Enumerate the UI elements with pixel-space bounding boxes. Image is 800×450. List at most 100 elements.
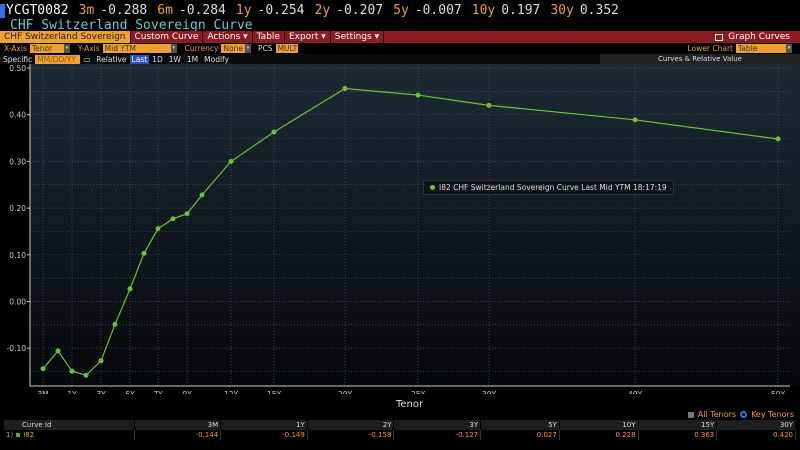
all-tenors-radio[interactable]	[687, 411, 694, 418]
quote-value: -0.207	[336, 3, 384, 18]
data-point-5Y[interactable]	[127, 286, 133, 292]
column-header[interactable]: Curve Id	[4, 420, 135, 430]
period-1m[interactable]: 1M	[187, 55, 198, 64]
data-point-12Y[interactable]	[228, 158, 234, 164]
column-header[interactable]: 5Y	[480, 420, 560, 430]
panel-title[interactable]: Curves & Relative Value	[600, 54, 800, 64]
date-controls: Specific MM/DD/YY ▭ Relative Last 1D 1W …	[0, 54, 800, 64]
yield-cell: -0.144	[134, 430, 222, 440]
pcs-label: PCS	[258, 43, 273, 53]
row-number: 1)	[6, 431, 14, 439]
data-point-10Y[interactable]	[199, 192, 205, 198]
yield-cell: 0.420	[716, 430, 796, 440]
data-point-7Y[interactable]	[155, 226, 161, 232]
data-point-30Y[interactable]	[486, 102, 492, 108]
x-tick-label: 20Y	[338, 390, 353, 394]
graph-curves-button[interactable]: Graph Curves	[715, 31, 800, 43]
data-point-40Y[interactable]	[632, 117, 638, 123]
tooltip-text: I82 CHF Switzerland Sovereign Curve Last…	[439, 183, 667, 192]
axis-controls: X-Axis Tenor ▾ Y-Axis Mid YTM ▾ Currency N…	[0, 43, 800, 53]
y-tick-label: 0.10	[9, 251, 26, 260]
data-point-3M[interactable]	[40, 366, 46, 372]
data-point-2Y[interactable]	[83, 372, 89, 378]
x-tick-label: 12Y	[224, 390, 239, 394]
currency-select[interactable]: None	[221, 43, 246, 53]
data-point-4Y[interactable]	[112, 321, 118, 327]
settings-menu[interactable]: Settings ▾	[331, 31, 385, 43]
data-point-15Y[interactable]	[271, 129, 277, 135]
ticker-bar: YCGT0082 3m -0.288 6m -0.284 1y -0.254 2y -0.20…	[0, 2, 629, 19]
y-axis-select[interactable]: Mid YTM	[102, 43, 171, 53]
x-tick-label: 30Y	[482, 390, 497, 394]
y-tick-label: 0.50	[9, 64, 26, 73]
yield-cell: -0.149	[220, 430, 308, 440]
data-point-9Y[interactable]	[184, 211, 190, 217]
currency-label: Currency	[184, 43, 219, 53]
period-1w[interactable]: 1W	[169, 55, 181, 64]
quote-value: -0.254	[257, 3, 305, 18]
lower-chart-select[interactable]: Table	[736, 43, 786, 53]
x-tick-label: 7Y	[153, 390, 163, 394]
quote-value: 0.197	[501, 3, 541, 18]
data-point-50Y[interactable]	[775, 136, 781, 142]
period-last[interactable]: Last	[129, 54, 150, 64]
x-tick-label: 3Y	[96, 390, 106, 394]
quote-tenor: 30y	[550, 3, 574, 18]
period-1d[interactable]: 1D	[152, 55, 163, 64]
quote-tenor: 5y	[393, 3, 409, 18]
security-symbol[interactable]: YCGT0082	[6, 3, 69, 18]
quote-value: -0.007	[414, 3, 462, 18]
x-axis-select[interactable]: Tenor	[29, 43, 64, 53]
export-menu[interactable]: Export ▾	[285, 31, 331, 43]
y-axis-label: Y-Axis	[77, 43, 100, 53]
all-tenors-label[interactable]: All Tenors	[698, 410, 736, 419]
x-tick-label: 40Y	[628, 390, 643, 394]
data-point-8Y[interactable]	[170, 216, 176, 222]
table-button[interactable]: Table	[253, 31, 285, 43]
key-tenors-label[interactable]: Key Tenors	[751, 410, 794, 419]
column-header[interactable]: 30Y	[716, 420, 796, 430]
data-point-1Y[interactable]	[69, 368, 75, 374]
actions-menu[interactable]: Actions ▾	[203, 31, 253, 43]
key-tenors-radio[interactable]	[740, 411, 748, 418]
chevron-down-icon[interactable]: ▾	[786, 43, 792, 53]
data-point-25Y[interactable]	[415, 92, 421, 98]
yield-cell: 0.228	[559, 430, 639, 440]
chevron-down-icon[interactable]: ▾	[63, 43, 70, 53]
data-point-6Y[interactable]	[141, 250, 147, 256]
column-header[interactable]: 3M	[134, 420, 222, 430]
x-tick-label: 50Y	[771, 390, 786, 394]
tenor-legend: All Tenors Key Tenors	[687, 410, 794, 419]
data-point-3Y[interactable]	[98, 358, 104, 364]
column-header[interactable]: 10Y	[559, 420, 639, 430]
custom-curve-button[interactable]: Custom Curve	[131, 31, 204, 43]
column-header[interactable]: 15Y	[638, 420, 718, 430]
menu-bar: CHF Switzerland Sovereign Custom Curve A…	[0, 31, 800, 43]
calendar-icon[interactable]: ▭	[83, 55, 90, 64]
column-header[interactable]: 3Y	[393, 420, 482, 430]
pcs-input[interactable]: MULT	[275, 43, 298, 53]
quote-tenor: 2y	[314, 3, 331, 18]
lower-chart-label: Lower Chart	[687, 43, 733, 53]
date-input[interactable]: MM/DD/YY	[35, 54, 81, 64]
table-row[interactable]: 1) I82 -0.144 -0.149 -0.158 -0.127 0.027 0.228 0…	[4, 430, 796, 440]
modify-button[interactable]: Modify	[204, 55, 229, 64]
graph-curves-label: Graph Curves	[728, 32, 790, 42]
cursor	[0, 3, 5, 18]
data-point-20Y[interactable]	[342, 86, 348, 92]
x-tick-label: 1Y	[67, 390, 77, 394]
x-tick-label: 5Y	[125, 390, 135, 394]
x-tick-label: 9Y	[182, 390, 192, 394]
chevron-down-icon[interactable]: ▾	[245, 43, 252, 53]
chevron-down-icon[interactable]: ▾	[170, 43, 177, 53]
column-header[interactable]: 1Y	[220, 420, 308, 430]
quote-value: -0.288	[100, 3, 148, 18]
column-header[interactable]: 2Y	[307, 420, 395, 430]
tab-curve[interactable]: CHF Switzerland Sovereign	[0, 31, 131, 43]
curve-id: I82	[23, 431, 35, 439]
y-tick-label: 0.40	[9, 111, 26, 120]
y-tick-label: -0.10	[7, 344, 27, 353]
data-point-6M[interactable]	[55, 348, 61, 354]
curve-id-cell[interactable]: 1) I82	[4, 430, 135, 440]
external-link-icon	[715, 33, 724, 41]
